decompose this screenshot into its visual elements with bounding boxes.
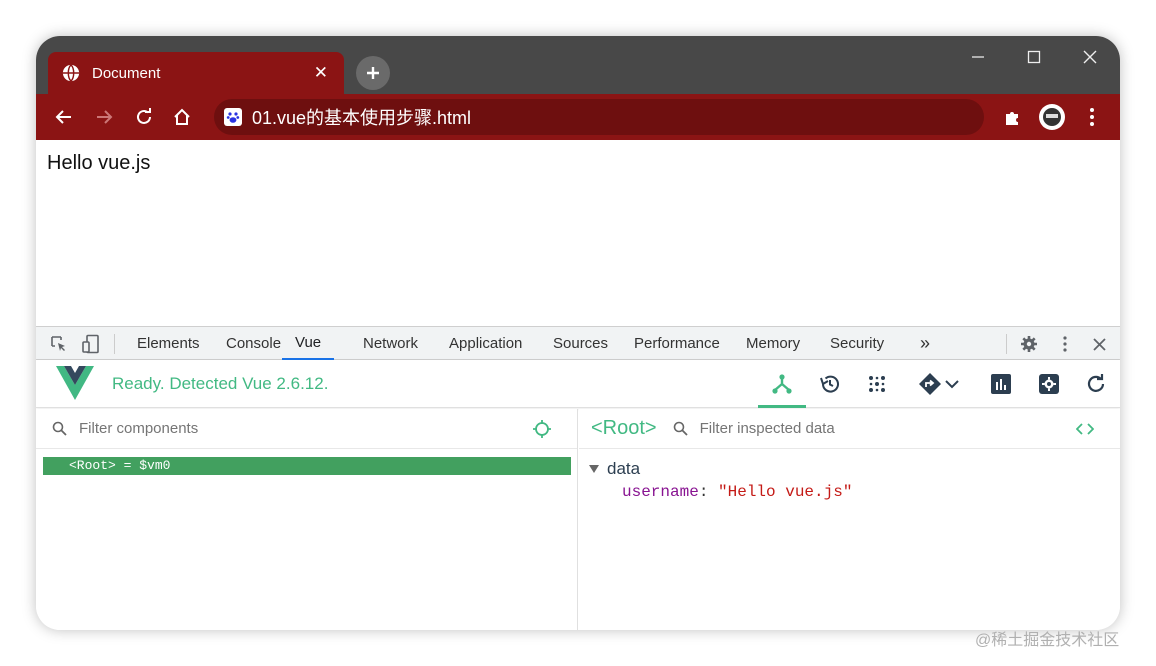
tab-application[interactable]: Application [449,327,522,360]
arrow-right-icon [97,110,113,124]
vue-status-text: Ready. Detected Vue 2.6.12. [112,374,329,393]
data-property-row[interactable]: username: "Hello vue.js" [622,483,852,501]
devtools-tab-bar: Elements Console Vue Network Application… [36,326,1120,360]
toolbar-divider [114,334,115,354]
minimize-icon [972,56,984,58]
more-tabs-button[interactable]: » [920,327,930,360]
vue-logo-icon [56,366,94,400]
extensions-button[interactable] [994,99,1030,135]
profile-avatar[interactable] [1034,99,1070,135]
history-tool-button[interactable] [814,368,846,400]
tab-console[interactable]: Console [226,327,281,360]
tab-security[interactable]: Security [830,327,884,360]
tab-title: Document [92,64,161,82]
refresh-tool-button[interactable] [1080,368,1112,400]
kebab-menu-icon [1090,108,1094,126]
reload-icon [137,108,151,124]
code-brackets-icon[interactable] [1076,423,1094,435]
maximize-icon [1027,50,1041,64]
settings-tool-button[interactable] [1033,368,1065,400]
filter-inspected-data-input[interactable] [699,420,1040,437]
devtools-menu-button[interactable] [1054,333,1076,355]
device-toolbar-button[interactable] [80,333,102,355]
baidu-favicon-icon [224,108,242,126]
watermark: @稀土掘金技术社区 [975,632,1120,649]
toolbar-divider [1006,334,1007,354]
component-tree-pane: <Root> = $vm0 [36,409,578,630]
settings-icon [1039,374,1059,394]
browser-menu-button[interactable] [1074,99,1110,135]
browser-tab[interactable]: Document ✕ [48,52,344,94]
page-content-text: Hello vue.js [47,152,151,174]
device-icon [82,334,99,354]
gear-icon [1021,336,1037,352]
inspected-data-tree: data username: "Hello vue.js" [589,459,852,501]
close-icon [1092,337,1106,351]
inspect-cursor-icon [51,336,65,351]
back-button[interactable] [46,99,82,135]
address-bar[interactable]: 01.vue的基本使用步骤.html [214,99,984,135]
tab-elements[interactable]: Elements [137,327,200,360]
plus-icon [367,67,379,79]
data-property-key: username [622,483,699,501]
tab-vue[interactable]: Vue [282,327,335,360]
performance-tool-button[interactable] [985,368,1017,400]
minimize-button[interactable] [956,42,1000,72]
tab-close-icon[interactable]: ✕ [314,63,328,83]
tab-network[interactable]: Network [363,327,418,360]
search-icon [673,421,688,436]
forward-button[interactable] [86,99,122,135]
bar-chart-icon [991,374,1011,394]
selected-component-name: <Root> [591,417,657,439]
component-filter-bar [36,409,577,449]
inspector-pane: <Root> data username: "Hello vue.js" [579,409,1120,630]
data-section-label: data [607,459,641,478]
inspect-element-button[interactable] [48,333,70,355]
search-icon [52,421,67,436]
dots-grid-icon [869,376,885,392]
refresh-icon [1087,374,1105,392]
devtools-close-button[interactable] [1088,333,1110,355]
component-tree-icon [772,374,792,394]
caret-down-icon[interactable] [589,465,599,473]
routing-dropdown-button[interactable] [942,368,962,400]
home-icon [174,108,190,125]
select-component-crosshair-icon[interactable] [533,420,551,438]
maximize-button[interactable] [1012,42,1056,72]
kebab-menu-icon [1063,336,1067,352]
data-property-value: "Hello vue.js" [718,483,853,501]
vue-devtools-header: Ready. Detected Vue 2.6.12. [36,360,1120,408]
chevron-down-icon [945,380,959,389]
browser-toolbar: 01.vue的基本使用步骤.html [36,94,1120,140]
reload-button[interactable] [126,99,162,135]
component-tree-root-row[interactable]: <Root> = $vm0 [43,457,571,475]
tab-sources[interactable]: Sources [553,327,608,360]
new-tab-button[interactable] [356,56,390,90]
tab-performance[interactable]: Performance [634,327,720,360]
close-window-button[interactable] [1068,42,1112,72]
home-button[interactable] [164,99,200,135]
tab-strip: Document ✕ [36,36,1120,94]
devtools-settings-button[interactable] [1018,333,1040,355]
route-sign-icon [919,373,941,395]
tab-memory[interactable]: Memory [746,327,800,360]
page-viewport: Hello vue.js [36,140,1120,326]
puzzle-icon [1006,112,1018,125]
close-icon [1083,50,1097,64]
filter-components-input[interactable] [79,420,499,437]
history-icon [820,375,839,393]
globe-icon [62,64,80,82]
address-text: 01.vue的基本使用步骤.html [252,108,472,128]
arrow-left-icon [55,110,71,124]
events-tool-button[interactable] [861,368,893,400]
avatar-icon [1039,104,1065,130]
browser-window: Document ✕ 01.vue的基本使用步骤.html Hello vue.… [36,36,1120,630]
inspector-filter-bar: <Root> [579,409,1120,449]
components-tool-button[interactable] [758,368,806,408]
